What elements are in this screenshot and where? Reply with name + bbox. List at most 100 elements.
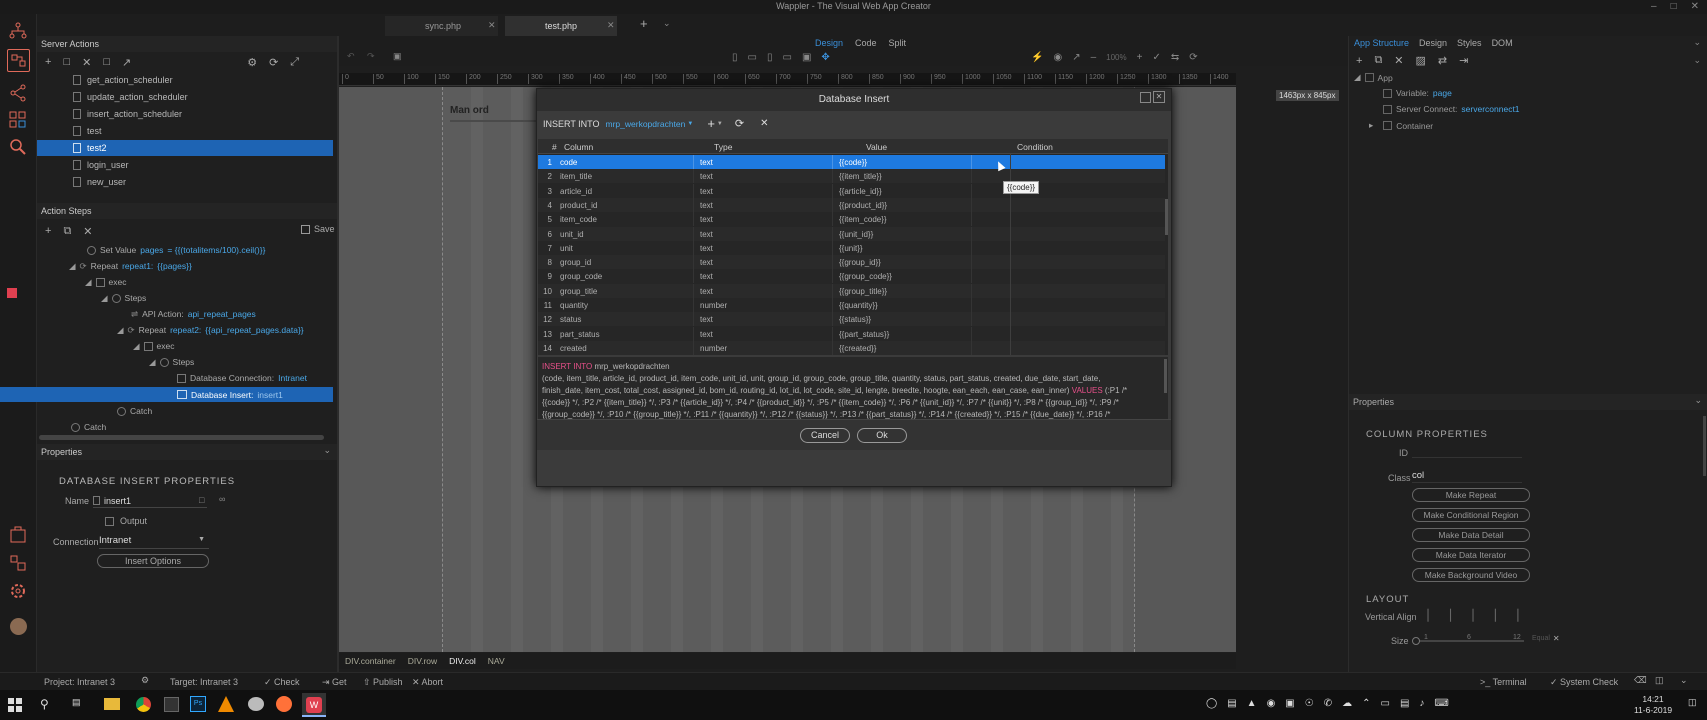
search-icon[interactable]: ⚲ xyxy=(40,697,49,711)
explorer-icon[interactable] xyxy=(104,698,120,710)
tray-icon-1[interactable]: ◯ xyxy=(1206,698,1217,709)
chrome-icon[interactable] xyxy=(136,697,151,712)
clear-icon[interactable]: ✕ xyxy=(760,118,768,129)
add-tab-icon[interactable]: + xyxy=(640,16,648,31)
value-cell[interactable]: {{group_code}} xyxy=(839,272,892,281)
condition-cell[interactable] xyxy=(1010,298,1160,312)
condition-cell[interactable] xyxy=(1010,255,1160,269)
table-row[interactable]: 7 unit text {{unit}} xyxy=(538,240,1165,255)
collapse-icon[interactable]: ⌄ xyxy=(323,445,331,456)
tray-icon-5[interactable]: ▣ xyxy=(1285,698,1294,709)
unwrap-icon[interactable]: ⇥ xyxy=(1459,54,1468,67)
tray-icon-4[interactable]: ◉ xyxy=(1267,698,1276,709)
check-button[interactable]: ✓ Check xyxy=(264,677,300,688)
caret-down-icon[interactable]: ◢ xyxy=(117,325,124,336)
column-name-cell[interactable]: code xyxy=(560,158,577,167)
step-repeat2[interactable]: ◢ ⟳ Repeat repeat2: {{api_repeat_pages.data}… xyxy=(117,323,304,337)
swap-icon[interactable]: ⇆ xyxy=(1171,52,1179,63)
equal-toggle[interactable]: Equal ✕ xyxy=(1532,634,1560,643)
make-conditional-region-button[interactable]: Make Conditional Region xyxy=(1412,508,1530,522)
condition-cell[interactable] xyxy=(1010,227,1160,241)
value-cell[interactable]: {{part_status}} xyxy=(839,330,889,339)
add-icon[interactable]: + xyxy=(45,56,51,68)
tray-icon-3[interactable]: ▲ xyxy=(1247,698,1257,709)
gear-icon[interactable]: ⚙ xyxy=(247,56,257,69)
value-cell[interactable]: {{created}} xyxy=(839,344,876,353)
table-select[interactable]: mrp_werkopdrachten xyxy=(606,119,686,129)
fit-icon[interactable]: ✥ xyxy=(821,52,829,63)
delete-icon[interactable]: ✕ xyxy=(1394,54,1403,67)
tray-icon-2[interactable]: ▤ xyxy=(1227,698,1236,709)
tree-item-new-user[interactable]: new_user xyxy=(37,174,333,190)
ok-button[interactable]: Ok xyxy=(857,428,907,443)
components-icon[interactable] xyxy=(9,111,27,129)
value-cell[interactable]: {{status}} xyxy=(839,315,871,324)
table-row[interactable]: 6 unit_id text {{unit_id}} xyxy=(538,226,1165,241)
pin-icon[interactable]: ⌄ xyxy=(1693,37,1701,48)
caret-down-icon[interactable]: ◢ xyxy=(149,357,156,368)
dialog-maximize-icon[interactable] xyxy=(1140,92,1151,103)
keyboard-icon[interactable]: ⌨ xyxy=(1434,698,1448,709)
move-icon[interactable]: ⇄ xyxy=(1438,54,1447,67)
cancel-button[interactable]: Cancel xyxy=(800,428,850,443)
tree-item-insert-action-scheduler[interactable]: insert_action_scheduler xyxy=(37,106,333,122)
chevron-up-icon[interactable]: ⌃ xyxy=(1362,698,1370,709)
tree-item-get-action-scheduler[interactable]: get_action_scheduler xyxy=(37,72,333,88)
redo-icon[interactable]: ↷ xyxy=(367,51,375,62)
tab-dom[interactable]: DOM xyxy=(1492,38,1513,48)
canvas-heading[interactable]: Man ord xyxy=(450,105,489,116)
dropdown-arrow-icon[interactable]: ▼ xyxy=(687,121,693,127)
search-icon[interactable] xyxy=(9,138,27,156)
pin-right-icon[interactable]: ⌄ xyxy=(1693,55,1701,66)
terminal-button[interactable]: >_ Terminal xyxy=(1480,677,1527,687)
caret-down-icon[interactable]: ◢ xyxy=(85,277,92,288)
extensions-icon[interactable] xyxy=(9,554,27,572)
clear-icon[interactable]: ✕ xyxy=(1553,634,1560,643)
close-tab-icon[interactable]: ✕ xyxy=(488,20,496,31)
lightning-icon[interactable]: ⚡ xyxy=(1031,52,1043,63)
phone-icon[interactable]: ▯ xyxy=(732,52,738,63)
settings-icon[interactable] xyxy=(9,582,27,600)
start-button[interactable] xyxy=(8,698,22,712)
project-select[interactable]: Project: Intranet 3 xyxy=(44,677,115,687)
network-icon[interactable]: ▤ xyxy=(1400,698,1409,709)
condition-cell[interactable] xyxy=(1010,341,1160,355)
condition-cell[interactable] xyxy=(1010,312,1160,326)
firefox-icon[interactable] xyxy=(276,696,292,712)
share-icon[interactable] xyxy=(9,84,27,102)
column-name-cell[interactable]: group_title xyxy=(560,287,597,296)
table-row[interactable]: 9 group_code text {{group_code}} xyxy=(538,269,1165,284)
sql-scrollbar[interactable] xyxy=(1164,359,1167,393)
align-baseline-icon[interactable]: ▕ xyxy=(1510,609,1518,622)
condition-cell[interactable] xyxy=(1010,284,1160,298)
laptop-icon[interactable]: ▭ xyxy=(782,52,791,63)
server-actions-icon[interactable] xyxy=(7,49,30,72)
tray-icon-8[interactable]: ☁ xyxy=(1342,698,1352,709)
align-bottom-icon[interactable]: ▕ xyxy=(1465,609,1473,622)
value-cell[interactable]: {{unit}} xyxy=(839,244,863,253)
tree-item-test[interactable]: test xyxy=(37,123,333,139)
tray-icon-6[interactable]: ☉ xyxy=(1305,698,1314,709)
open-folder-icon[interactable]: □ xyxy=(103,56,110,68)
undo-icon[interactable]: ↶ xyxy=(347,51,355,62)
eye-icon[interactable]: ◉ xyxy=(1053,52,1062,63)
value-cell[interactable]: {{item_title}} xyxy=(839,172,882,181)
photoshop-icon[interactable]: Ps xyxy=(190,696,206,712)
table-row[interactable]: 12 status text {{status}} xyxy=(538,312,1165,327)
table-row[interactable]: 8 group_id text {{group_id}} xyxy=(538,255,1165,270)
condition-cell[interactable] xyxy=(1010,198,1160,212)
volume-icon[interactable]: ♪ xyxy=(1419,698,1424,709)
tree-item-update-action-scheduler[interactable]: update_action_scheduler xyxy=(37,89,333,105)
screenshot-icon[interactable]: ▣ xyxy=(393,51,402,62)
get-button[interactable]: ⇥ Get xyxy=(322,677,347,688)
folder-browse-icon[interactable]: □ xyxy=(199,495,204,505)
zoom-in-icon[interactable]: + xyxy=(1137,52,1143,63)
desktop-icon[interactable]: ▣ xyxy=(802,52,811,63)
table-scrollbar[interactable] xyxy=(1165,199,1168,235)
connection-select[interactable]: Intranet ▼ xyxy=(99,535,209,549)
checkbox-box[interactable] xyxy=(105,516,114,526)
close-icon[interactable]: ✕ xyxy=(1691,1,1699,12)
abort-button[interactable]: ✕ Abort xyxy=(412,677,443,688)
column-name-cell[interactable]: unit xyxy=(560,244,573,253)
table-row[interactable]: 10 group_title text {{group_title}} xyxy=(538,283,1165,298)
